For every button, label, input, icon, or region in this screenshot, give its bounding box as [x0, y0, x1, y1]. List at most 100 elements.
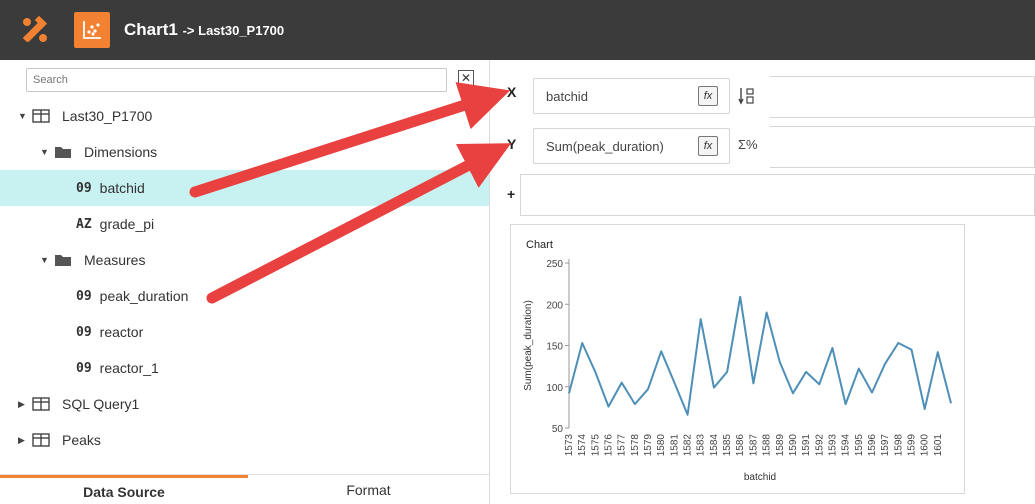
- chart-type-button[interactable]: [74, 12, 110, 48]
- x-tick-label: 1575: [590, 434, 601, 457]
- tree-item-measures[interactable]: ▼ Measures: [0, 242, 489, 278]
- x-tick-label: 1582: [683, 434, 694, 457]
- panel-tabs: Data Source Format: [0, 474, 489, 504]
- data-source-panel: ✕ ▼ Last30_P1700 ▼ Dimensions 09 batchid…: [0, 60, 490, 504]
- caret-right-icon[interactable]: ▶: [18, 435, 28, 446]
- table-icon: [32, 109, 50, 123]
- x-tick-label: 1574: [577, 434, 588, 457]
- tab-data-source[interactable]: Data Source: [0, 475, 248, 504]
- table-icon: [32, 433, 50, 447]
- caret-down-icon[interactable]: ▼: [40, 255, 50, 265]
- y-shelf-dropzone[interactable]: [770, 126, 1035, 168]
- tree-item-peaks[interactable]: ▶ Peaks: [0, 422, 489, 458]
- tree-item-label: SQL Query1: [62, 396, 140, 412]
- y-tick-label: 200: [546, 300, 563, 311]
- series-line: [568, 295, 952, 416]
- tree-item-label: Peaks: [62, 432, 101, 448]
- chart-container: Chart 50 100 150 200 250 1573 1574 1575 1576 1577…: [510, 224, 965, 494]
- caret-down-icon[interactable]: ▼: [40, 147, 50, 157]
- y-axis-title: Sum(peak_duration): [523, 300, 534, 391]
- tree-item-sql-query1[interactable]: ▶ SQL Query1: [0, 386, 489, 422]
- tree-item-reactor[interactable]: 09 reactor: [0, 314, 489, 350]
- formula-fx-icon[interactable]: fx: [698, 86, 718, 106]
- text-type-icon: AZ: [76, 216, 92, 232]
- y-axis-letter: Y: [507, 136, 517, 152]
- x-tick-label: 1581: [669, 434, 680, 457]
- numeric-type-icon: 09: [76, 288, 92, 304]
- x-tick-label: 1588: [762, 434, 773, 457]
- x-tick-label: 1585: [722, 434, 733, 457]
- x-axis-letter: X: [507, 84, 517, 100]
- x-tick-label: 1576: [604, 434, 615, 457]
- close-x-icon[interactable]: ✕: [458, 70, 474, 86]
- x-tick-label: 1580: [656, 434, 667, 457]
- tree-item-label: Last30_P1700: [62, 108, 153, 124]
- tree-item-label: batchid: [99, 180, 145, 196]
- app-logo-button[interactable]: [0, 0, 70, 60]
- x-tick-label: 1601: [933, 434, 944, 457]
- x-tick-label: 1578: [630, 434, 641, 457]
- y-field-label: Sum(peak_duration): [546, 138, 664, 154]
- tree-item-peak-duration[interactable]: 09 peak_duration: [0, 278, 489, 314]
- y-tick-label: 150: [546, 342, 563, 353]
- x-tick-label: 1600: [920, 434, 931, 457]
- app-window: Chart1 -> Last30_P1700 ✕ ▼ Last30_P1700 …: [0, 0, 1035, 504]
- x-field-label: batchid: [546, 88, 588, 104]
- chart-name: Chart1: [124, 20, 178, 39]
- x-tick-label: 1589: [775, 434, 786, 457]
- tree-item-grade-pi[interactable]: AZ grade_pi: [0, 206, 489, 242]
- y-tick-label: 50: [552, 424, 564, 435]
- numeric-type-icon: 09: [76, 360, 92, 376]
- tree-item-label: reactor: [99, 324, 144, 340]
- formula-fx-icon[interactable]: fx: [698, 136, 718, 156]
- x-tick-label: 1592: [814, 434, 825, 457]
- x-tick-label: 1586: [735, 434, 746, 457]
- sort-icon[interactable]: [738, 86, 756, 106]
- x-tick-label: 1597: [880, 434, 891, 457]
- x-tick-label: 1587: [748, 434, 759, 457]
- folder-open-icon: [55, 255, 71, 266]
- x-axis-title: batchid: [744, 472, 776, 483]
- line-chart: 501001502002501573 1574 1575 1576 1577 1578 15…: [523, 259, 952, 483]
- x-tick-label: 1591: [801, 434, 812, 457]
- x-tick-label: 1579: [643, 434, 654, 457]
- tree-item-batchid[interactable]: 09 batchid: [0, 170, 489, 206]
- x-tick-label: 1590: [788, 434, 799, 457]
- tree-item-label: Dimensions: [84, 144, 158, 160]
- tree-item-label: grade_pi: [99, 216, 155, 232]
- x-tick-label: 1595: [854, 434, 865, 457]
- x-shelf-dropzone[interactable]: [770, 76, 1035, 118]
- x-tick-label: 1584: [709, 434, 720, 457]
- tree-item-label: peak_duration: [99, 288, 189, 304]
- x-tick-label: 1573: [564, 434, 575, 457]
- app-logo-icon: [22, 15, 48, 43]
- tree-item-dimensions[interactable]: ▼ Dimensions: [0, 134, 489, 170]
- x-tick-label: 1596: [867, 434, 878, 457]
- tree-item-reactor-1[interactable]: 09 reactor_1: [0, 350, 489, 386]
- caret-right-icon[interactable]: ▶: [18, 399, 28, 410]
- tree-item-dataset[interactable]: ▼ Last30_P1700: [0, 98, 489, 134]
- x-tick-label: 1594: [841, 434, 852, 457]
- page-title: Chart1 -> Last30_P1700: [124, 20, 284, 40]
- caret-down-icon[interactable]: ▼: [18, 111, 28, 121]
- x-tick-label: 1599: [906, 434, 917, 457]
- add-shelf-plus[interactable]: +: [507, 186, 515, 202]
- y-tick-label: 250: [546, 259, 563, 270]
- tree-item-label: Measures: [84, 252, 146, 268]
- extra-shelf-dropzone[interactable]: [520, 174, 1035, 216]
- x-tick-label: 1577: [617, 434, 628, 457]
- x-tick-label: 1583: [696, 434, 707, 457]
- scatter-chart-icon: [83, 21, 101, 39]
- chart-source-path: -> Last30_P1700: [182, 23, 285, 38]
- x-tick-label: 1593: [827, 434, 838, 457]
- table-icon: [32, 397, 50, 411]
- y-tick-label: 100: [546, 383, 563, 394]
- tab-format[interactable]: Format: [248, 475, 489, 504]
- folder-open-icon: [55, 147, 71, 158]
- x-tick-label: 1598: [893, 434, 904, 457]
- aggregate-sigma-icon[interactable]: Σ%: [738, 137, 758, 152]
- numeric-type-icon: 09: [76, 324, 92, 340]
- tree-item-label: reactor_1: [99, 360, 159, 376]
- search-input[interactable]: [26, 68, 447, 92]
- numeric-type-icon: 09: [76, 180, 92, 196]
